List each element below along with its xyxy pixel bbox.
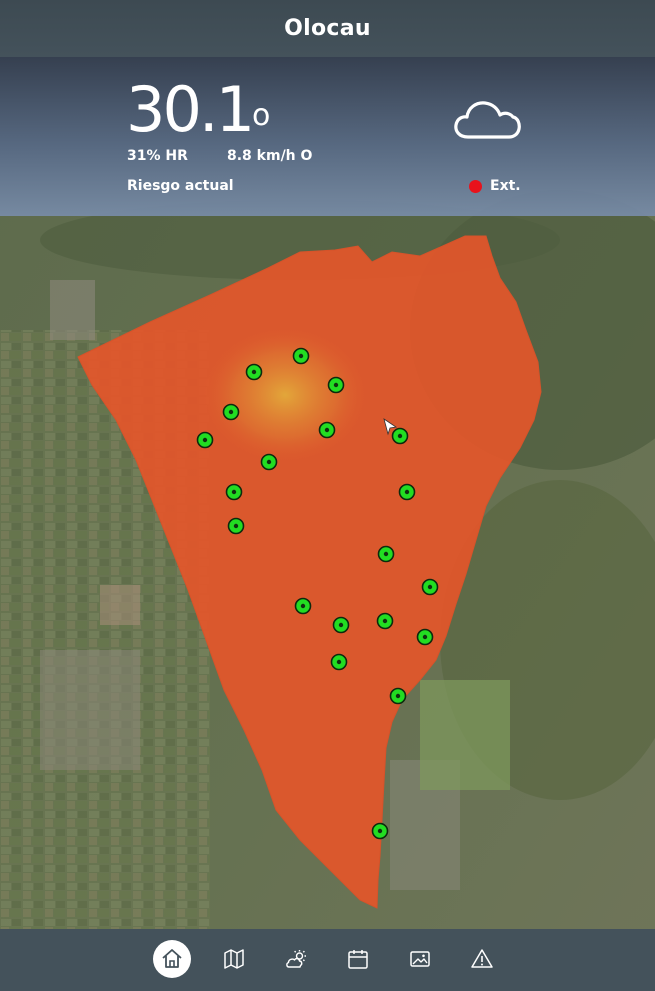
wind-value: 8.8 km/h O: [227, 148, 313, 164]
map-icon: [224, 949, 244, 969]
title-bar: Olocau: [0, 0, 655, 57]
risk-label: Riesgo actual: [127, 178, 234, 194]
page-title: Olocau: [284, 16, 371, 41]
weather-station-marker[interactable]: [327, 376, 345, 394]
weather-station-marker[interactable]: [245, 363, 263, 381]
weather-station-marker[interactable]: [294, 597, 312, 615]
nav-map-button[interactable]: [215, 940, 253, 978]
nav-calendar-button[interactable]: [339, 940, 377, 978]
weather-station-marker[interactable]: [222, 403, 240, 421]
nav-gallery-button[interactable]: [401, 940, 439, 978]
weather-station-marker[interactable]: [371, 822, 389, 840]
bottom-nav: [0, 929, 655, 991]
home-icon: [162, 949, 182, 968]
weather-station-marker[interactable]: [318, 421, 336, 439]
weather-station-marker[interactable]: [225, 483, 243, 501]
weather-station-marker[interactable]: [398, 483, 416, 501]
degree-symbol: o: [252, 98, 271, 133]
weather-station-marker[interactable]: [416, 628, 434, 646]
weather-station-marker[interactable]: [376, 612, 394, 630]
image-icon: [410, 951, 430, 967]
temperature-value: 30.1: [126, 73, 255, 146]
calendar-icon: [348, 950, 368, 969]
weather-station-marker[interactable]: [421, 578, 439, 596]
weather-icon: [286, 950, 306, 968]
cloud-icon: [454, 101, 521, 139]
warning-icon: [471, 949, 493, 968]
humidity-value: 31% HR: [127, 148, 188, 164]
weather-station-marker[interactable]: [260, 453, 278, 471]
nav-home-button[interactable]: [153, 940, 191, 978]
weather-station-marker[interactable]: [377, 545, 395, 563]
nav-alerts-button[interactable]: [463, 940, 501, 978]
nav-forecast-button[interactable]: [277, 940, 315, 978]
weather-station-marker[interactable]: [196, 431, 214, 449]
weather-station-marker[interactable]: [389, 687, 407, 705]
weather-panel: 30.1o 31% HR 8.8 km/h O Riesgo actual Ex…: [0, 57, 655, 216]
cursor-pointer-icon: [383, 418, 398, 436]
risk-level: Ext.: [490, 178, 521, 194]
temperature: 30.1o: [126, 75, 270, 145]
weather-station-marker[interactable]: [227, 517, 245, 535]
weather-station-marker[interactable]: [330, 653, 348, 671]
weather-station-marker[interactable]: [292, 347, 310, 365]
weather-station-marker[interactable]: [332, 616, 350, 634]
risk-indicator-dot: [469, 180, 482, 193]
